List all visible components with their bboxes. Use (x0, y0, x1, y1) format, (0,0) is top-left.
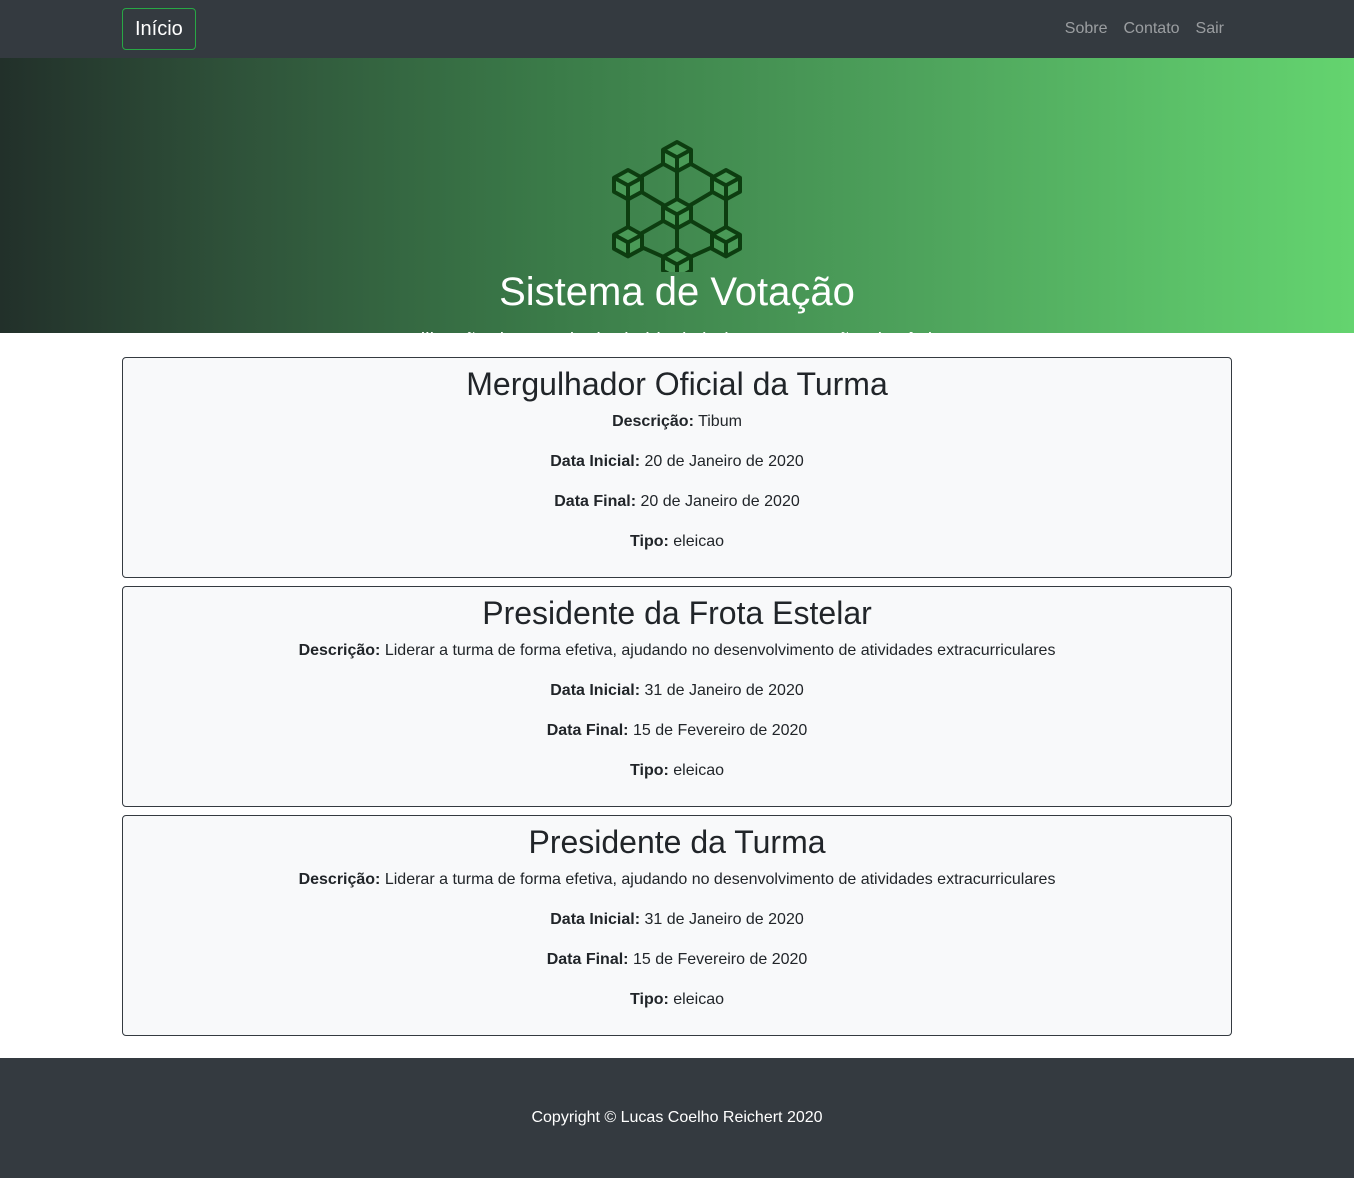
election-title: Presidente da Turma (528, 824, 826, 860)
page-title: Sistema de Votação (499, 270, 855, 314)
election-start-date: Data Inicial: 20 de Janeiro de 2020 (550, 453, 804, 470)
nav-link-sobre[interactable]: Sobre (1065, 20, 1108, 38)
election-title: Mergulhador Oficial da Turma (466, 366, 888, 402)
election-end-date: Data Final: 20 de Janeiro de 2020 (554, 493, 800, 510)
nav-link-sair[interactable]: Sair (1196, 20, 1224, 38)
hero-banner: Sistema de Votação Utilização da tecnolo… (0, 58, 1354, 352)
election-end-date: Data Final: 15 de Fevereiro de 2020 (546, 722, 808, 739)
election-card: Presidente da Turma Descrição: Liderar a… (122, 815, 1232, 1036)
election-description: Descrição: Liderar a turma de forma efet… (298, 871, 1056, 888)
footer: Copyright © Lucas Coelho Reichert 2020 (0, 1058, 1354, 1178)
nav-links: Sobre Contato Sair (1049, 0, 1224, 58)
election-type: Tipo: eleicao (630, 762, 724, 779)
election-start-date: Data Inicial: 31 de Janeiro de 2020 (550, 911, 804, 928)
election-end-date: Data Final: 15 de Fevereiro de 2020 (546, 951, 808, 968)
logo-cube (661, 247, 693, 272)
logo-cube (612, 225, 644, 259)
election-type: Tipo: eleicao (630, 991, 724, 1008)
logo-cube (612, 168, 644, 202)
home-brand-button[interactable]: Início (122, 8, 196, 50)
election-description: Descrição: Tibum (612, 413, 742, 430)
logo-cube (710, 225, 742, 259)
logo-cube (710, 168, 742, 202)
election-start-date: Data Inicial: 31 de Janeiro de 2020 (550, 682, 804, 699)
logo-cube (661, 140, 693, 174)
blockchain-cubes-icon (612, 140, 742, 272)
navbar: Início Sobre Contato Sair (0, 0, 1354, 58)
election-card: Presidente da Frota Estelar Descrição: L… (122, 586, 1232, 807)
election-title: Presidente da Frota Estelar (482, 595, 872, 631)
nav-link-contato[interactable]: Contato (1124, 20, 1180, 38)
election-card: Mergulhador Oficial da Turma Descrição: … (122, 357, 1232, 578)
page-subtitle: Utilização da tecnologia de blockchain p… (400, 330, 954, 352)
election-description: Descrição: Liderar a turma de forma efet… (298, 642, 1056, 659)
election-type: Tipo: eleicao (630, 533, 724, 550)
logo-cube (661, 197, 693, 231)
elections-list: Mergulhador Oficial da Turma Descrição: … (0, 333, 1354, 1058)
copyright-text: Copyright © Lucas Coelho Reichert 2020 (531, 1109, 823, 1126)
